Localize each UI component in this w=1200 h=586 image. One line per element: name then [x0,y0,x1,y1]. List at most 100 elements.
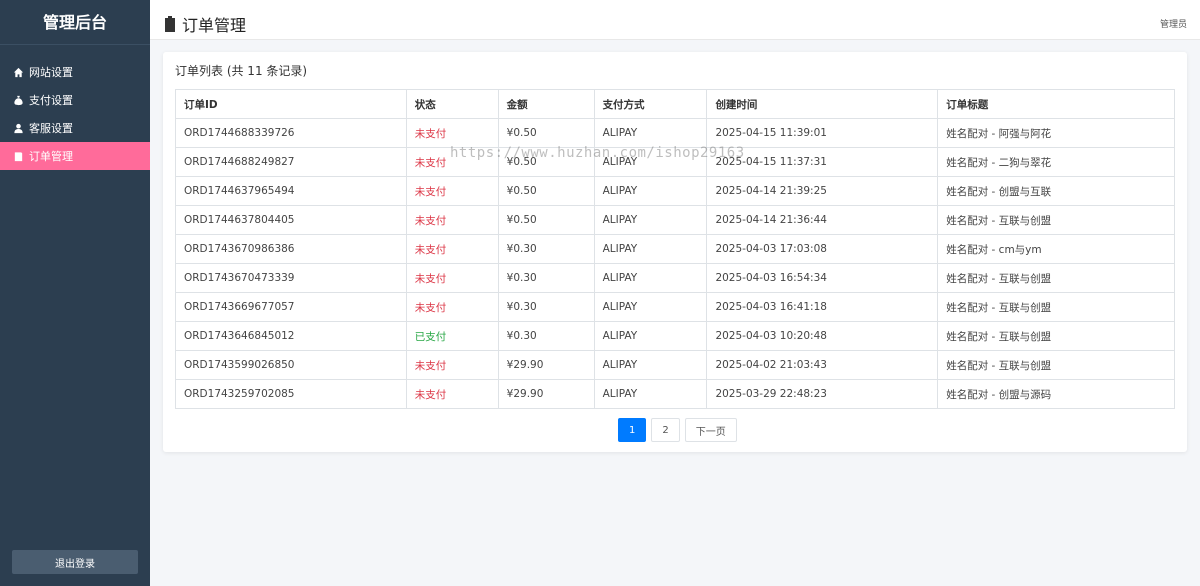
table-row: ORD1744637965494 未支付 ¥0.50 ALIPAY 2025-04-14… [175,176,1175,206]
page-title: 订单管理 [164,12,246,36]
column-header: 创建时间 [706,89,939,119]
created-time-cell: 2025-04-02 21:03:43 [706,350,939,380]
order-id-cell: ORD1744688249827 [175,147,407,177]
status-cell: 未支付 [405,263,499,293]
table-row: ORD1743259702085 未支付 ¥29.90 ALIPAY 2025-03-2… [175,379,1175,409]
order-title-cell: 姓名配对 - 互联与创盟 [937,292,1175,322]
clipboard-icon [165,16,175,32]
amount-cell: ¥0.30 [497,234,595,264]
home-icon [12,66,24,78]
sidebar-item-label: 客服设置 [29,122,73,135]
order-title-cell: 姓名配对 - 互联与创盟 [937,350,1175,380]
sidebar-item-site-settings[interactable]: 网站设置 [0,58,150,86]
sidebar: 管理后台 网站设置 支付设置 客服设置 订单管理 退出登录 [0,0,150,586]
page-button-1[interactable]: 1 [618,418,647,442]
money-bag-icon [12,94,24,106]
card-title: 订单列表 (共 11 条记录) [175,64,308,78]
user-headset-icon [12,122,24,134]
amount-cell: ¥0.50 [497,205,595,235]
status-cell: 未支付 [405,350,499,380]
status-cell: 未支付 [405,234,499,264]
page-button-2[interactable]: 2 [651,418,680,442]
table-row: ORD1743670986386 未支付 ¥0.30 ALIPAY 2025-04-03… [175,234,1175,264]
status-cell: 未支付 [405,292,499,322]
table-row: ORD1743646845012 已支付 ¥0.30 ALIPAY 2025-04-03… [175,321,1175,351]
order-id-cell: ORD1744637804405 [175,205,407,235]
amount-cell: ¥0.50 [497,118,595,148]
clipboard-icon [12,150,24,162]
order-id-cell: ORD1743646845012 [175,321,407,351]
created-time-cell: 2025-04-03 16:54:34 [706,263,939,293]
amount-cell: ¥0.30 [497,263,595,293]
amount-cell: ¥0.30 [497,292,595,322]
payment-method-cell: ALIPAY [593,147,708,177]
payment-method-cell: ALIPAY [593,176,708,206]
sidebar-item-order-management[interactable]: 订单管理 [0,142,150,170]
payment-method-cell: ALIPAY [593,379,708,409]
amount-cell: ¥29.90 [497,379,595,409]
order-id-cell: ORD1743669677057 [175,292,407,322]
table-row: ORD1743669677057 未支付 ¥0.30 ALIPAY 2025-04-03… [175,292,1175,322]
sidebar-item-payment-settings[interactable]: 支付设置 [0,86,150,114]
column-header: 状态 [405,89,499,119]
status-cell: 未支付 [405,379,499,409]
created-time-cell: 2025-04-03 16:41:18 [706,292,939,322]
table-header-row: 订单ID 状态 金额 支付方式 创建时间 订单标题 [175,89,1175,119]
payment-method-cell: ALIPAY [593,350,708,380]
amount-cell: ¥29.90 [497,350,595,380]
next-page-button[interactable]: 下一页 [684,418,737,442]
column-header: 订单标题 [937,89,1175,119]
created-time-cell: 2025-04-15 11:37:31 [706,147,939,177]
order-title-cell: 姓名配对 - 互联与创盟 [937,205,1175,235]
user-label[interactable]: 管理员 [1160,17,1187,30]
payment-method-cell: ALIPAY [593,205,708,235]
amount-cell: ¥0.50 [497,147,595,177]
sidebar-item-label: 订单管理 [29,150,73,163]
order-id-cell: ORD1743259702085 [175,379,407,409]
order-title-cell: 姓名配对 - 创盟与源码 [937,379,1175,409]
table-row: ORD1743670473339 未支付 ¥0.30 ALIPAY 2025-04-03… [175,263,1175,293]
order-title-cell: 姓名配对 - cm与ym [937,234,1175,264]
order-id-cell: ORD1743599026850 [175,350,407,380]
payment-method-cell: ALIPAY [593,263,708,293]
payment-method-cell: ALIPAY [593,292,708,322]
header-bar: 订单管理 管理员 [150,0,1200,40]
column-header: 支付方式 [593,89,708,119]
table-row: ORD1744688249827 未支付 ¥0.50 ALIPAY 2025-04-15… [175,147,1175,177]
order-id-cell: ORD1744637965494 [175,176,407,206]
order-title-cell: 姓名配对 - 创盟与互联 [937,176,1175,206]
sidebar-item-label: 支付设置 [29,94,73,107]
table-row: ORD1743599026850 未支付 ¥29.90 ALIPAY 2025-04-0… [175,350,1175,380]
order-id-cell: ORD1743670473339 [175,263,407,293]
status-cell: 已支付 [405,321,499,351]
created-time-cell: 2025-04-03 10:20:48 [706,321,939,351]
orders-table: 订单ID 状态 金额 支付方式 创建时间 订单标题 ORD17446883397… [175,89,1175,409]
created-time-cell: 2025-04-15 11:39:01 [706,118,939,148]
order-title-cell: 姓名配对 - 二狗与翠花 [937,147,1175,177]
brand-title: 管理后台 [0,0,150,45]
payment-method-cell: ALIPAY [593,118,708,148]
table-row: ORD1744637804405 未支付 ¥0.50 ALIPAY 2025-04-14… [175,205,1175,235]
amount-cell: ¥0.30 [497,321,595,351]
payment-method-cell: ALIPAY [593,234,708,264]
column-header: 金额 [497,89,595,119]
table-row: ORD1744688339726 未支付 ¥0.50 ALIPAY 2025-04-15… [175,118,1175,148]
logout-button[interactable]: 退出登录 [12,550,138,574]
created-time-cell: 2025-04-14 21:39:25 [706,176,939,206]
created-time-cell: 2025-04-14 21:36:44 [706,205,939,235]
status-cell: 未支付 [405,176,499,206]
column-header: 订单ID [175,89,407,119]
page-title-text: 订单管理 [182,16,247,35]
status-cell: 未支付 [405,147,499,177]
created-time-cell: 2025-03-29 22:48:23 [706,379,939,409]
order-id-cell: ORD1744688339726 [175,118,407,148]
pagination: 1 2 下一页 [618,418,737,442]
amount-cell: ¥0.50 [497,176,595,206]
sidebar-item-support-settings[interactable]: 客服设置 [0,114,150,142]
status-cell: 未支付 [405,205,499,235]
orders-table-body: ORD1744688339726 未支付 ¥0.50 ALIPAY 2025-04-15… [175,118,1175,409]
order-title-cell: 姓名配对 - 阿强与阿花 [937,118,1175,148]
order-title-cell: 姓名配对 - 互联与创盟 [937,263,1175,293]
order-title-cell: 姓名配对 - 互联与创盟 [937,321,1175,351]
sidebar-nav: 网站设置 支付设置 客服设置 订单管理 [0,58,150,170]
